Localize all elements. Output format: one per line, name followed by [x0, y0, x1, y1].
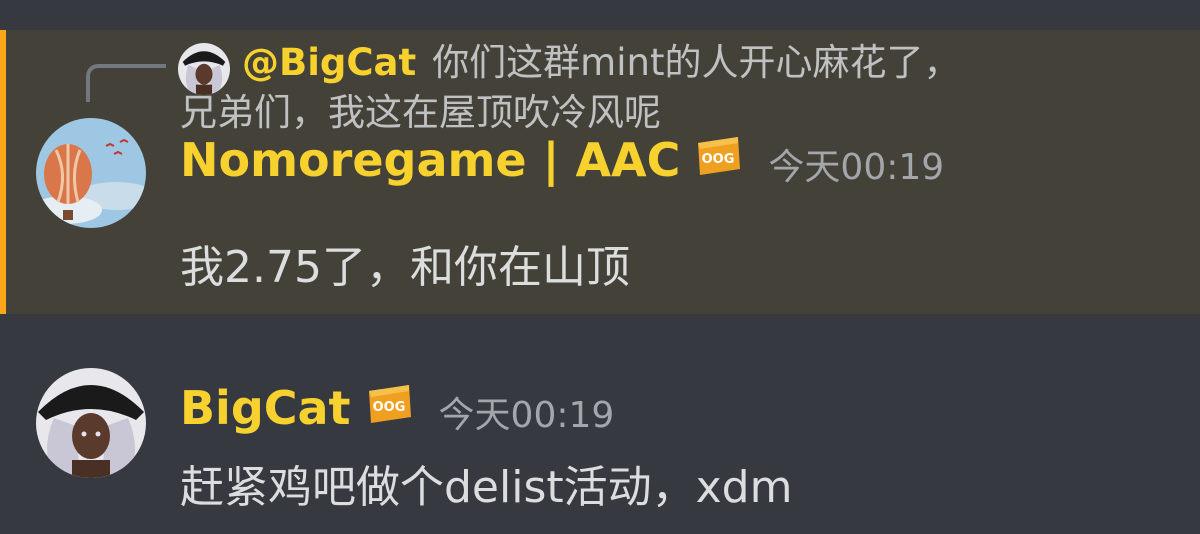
reply-preview[interactable]: @BigCat 你们这群mint的人开心麻花了，	[242, 40, 1142, 86]
chat-message-list: @BigCat 你们这群mint的人开心麻花了， 兄弟们，我这在屋顶吹冷风呢 No…	[0, 0, 1200, 534]
reply-text-line1: 你们这群mint的人开心麻花了，	[432, 41, 961, 84]
community-badge-icon[interactable]: OOG	[365, 383, 413, 425]
username[interactable]: Nomoregame | AAC	[180, 132, 680, 188]
community-badge-icon[interactable]: OOG	[694, 135, 742, 177]
timestamp[interactable]: 今天00:19	[768, 138, 944, 190]
svg-text:OOG: OOG	[372, 400, 405, 415]
avatar[interactable]	[36, 368, 146, 478]
timestamp[interactable]: 今天00:19	[439, 386, 615, 438]
message-content: 赶紧鸡吧做个delist活动，xdm	[180, 462, 793, 513]
mention-highlight-bar	[0, 30, 6, 314]
hot-air-balloon-avatar-icon	[36, 118, 146, 228]
reply-connector	[86, 64, 166, 102]
message-header: BigCat OOG 今天00:19	[180, 376, 614, 440]
reply-avatar[interactable]	[178, 43, 230, 95]
witch-avatar-icon	[36, 368, 146, 478]
svg-text:OOG: OOG	[702, 152, 735, 167]
message-content: 我2.75了，和你在山顶	[180, 242, 630, 293]
witch-avatar-icon	[178, 43, 230, 95]
reply-author[interactable]: @BigCat	[242, 41, 416, 84]
avatar[interactable]	[36, 118, 146, 228]
message-header: Nomoregame | AAC OOG 今天00:19	[180, 128, 944, 192]
username[interactable]: BigCat	[180, 380, 351, 436]
